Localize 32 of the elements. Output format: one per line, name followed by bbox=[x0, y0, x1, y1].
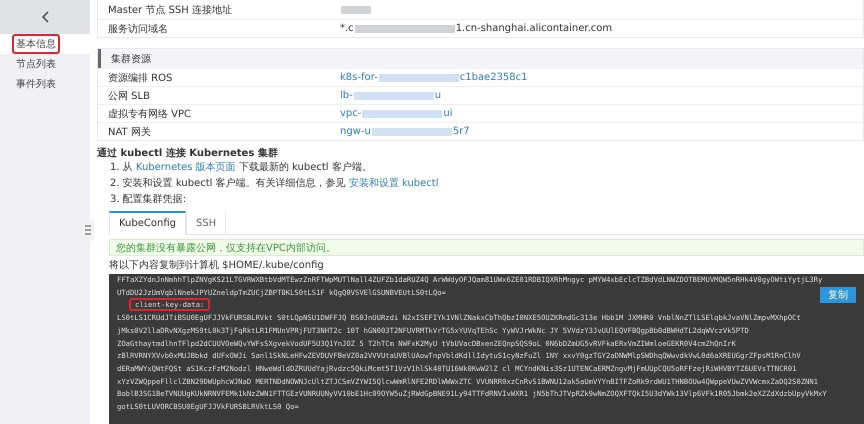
step-text: 2. 安装和设置 kubectl 客户端。有关详细信息，参见 安装和设置 kubectl bbox=[110, 176, 440, 191]
tab[interactable]: SSH bbox=[186, 211, 226, 235]
step-text: 1. 从 Kubernetes 版本页面 下载最新的 kubectl 客户端。 bbox=[110, 160, 373, 175]
row-label: 资源编排 ROS bbox=[107, 72, 174, 84]
step-text: 3. 配置集群凭据: bbox=[110, 192, 188, 207]
row-label: Master 节点 SSH 连接地址 bbox=[107, 4, 233, 16]
doc-link[interactable]: 安装和设置 kubectl bbox=[348, 178, 438, 189]
tab[interactable]: KubeConfig bbox=[109, 211, 186, 235]
section-heading: 通过 kubectl 连接 Kubernetes 集群 bbox=[97, 146, 279, 160]
row-label: 虚拟专有网络 VPC bbox=[107, 108, 192, 120]
sidebar-item[interactable]: 节点列表 bbox=[0, 54, 90, 74]
sidebar-item[interactable]: 基本信息 bbox=[0, 34, 90, 54]
doc-link[interactable]: Kubernetes 版本页面 bbox=[136, 162, 236, 173]
resource-link[interactable]: lb- bbox=[340, 90, 353, 101]
notice-text: 您的集群没有暴露公网，仅支持在VPC内部访问。 bbox=[116, 242, 336, 254]
section-title: 集群资源 bbox=[111, 52, 151, 66]
row-label: 公网 SLB bbox=[107, 90, 151, 102]
resource-link[interactable]: ngw-u bbox=[340, 126, 371, 137]
row-label: 服务访问域名 bbox=[107, 22, 169, 36]
copy-button[interactable]: 复制 bbox=[820, 287, 856, 303]
resource-link[interactable]: ui bbox=[443, 108, 452, 119]
resource-link[interactable]: vpc- bbox=[340, 108, 362, 119]
row-label: NAT 网关 bbox=[107, 126, 152, 138]
back-chevron-icon[interactable] bbox=[41, 11, 49, 23]
row-value: *.c bbox=[340, 23, 354, 34]
resource-link[interactable]: c1bae2358c1 bbox=[460, 72, 528, 83]
resource-link[interactable]: 5r7 bbox=[452, 126, 470, 137]
sidebar-item[interactable]: 事件列表 bbox=[0, 74, 90, 94]
row-value: 1.cn-shanghai.alicontainer.com bbox=[456, 23, 612, 34]
resource-link[interactable]: k8s-for- bbox=[340, 72, 378, 83]
instruction-text: 将以下内容复制到计算机 $HOME/.kube/config bbox=[109, 258, 325, 273]
resource-link[interactable]: u bbox=[434, 90, 442, 101]
